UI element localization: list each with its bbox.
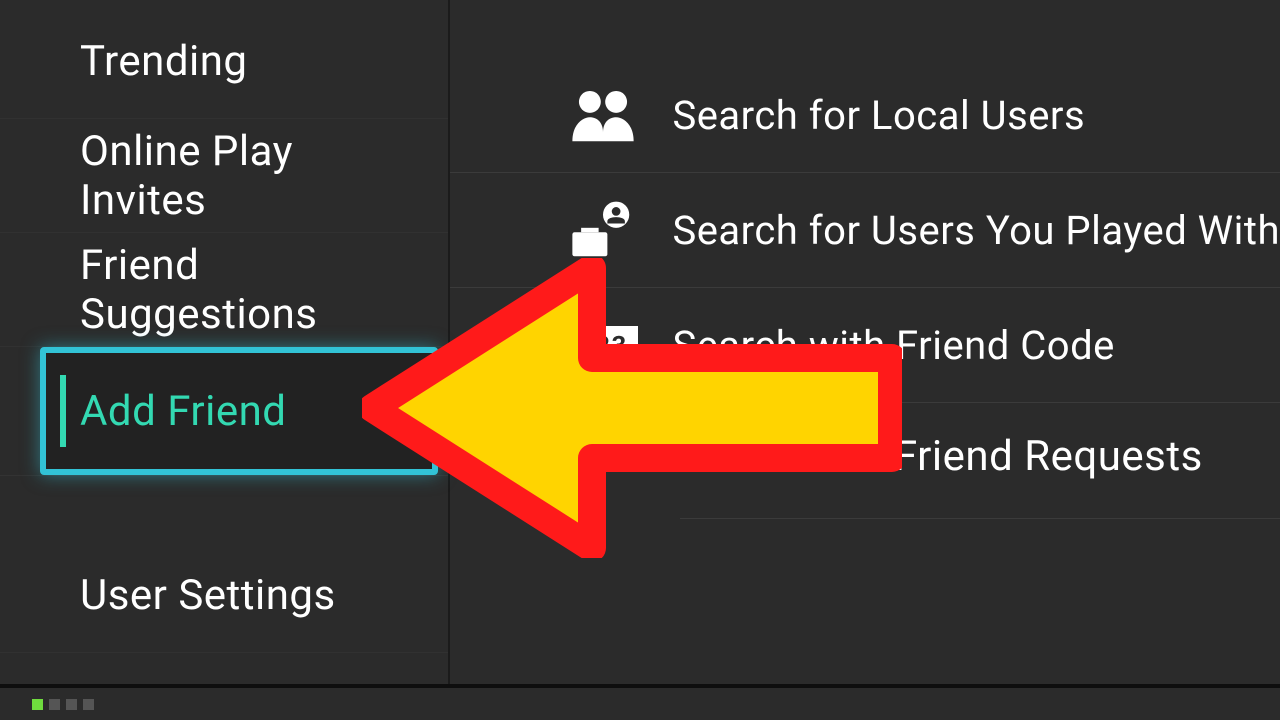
option-search-friend-code[interactable]: 123 Search with Friend Code <box>450 288 1280 403</box>
option-label: Search with Friend Code <box>672 322 1114 369</box>
option-label-friend-requests: Friend Requests <box>894 432 1203 481</box>
content-panel: Search for Local Users Search for Users … <box>450 0 1280 720</box>
sidebar-item-trending[interactable]: Trending <box>0 5 448 119</box>
sidebar-item-label: Online Play Invites <box>80 127 408 225</box>
sidebar-item-user-settings[interactable]: User Settings <box>0 539 448 653</box>
sidebar-item-label: Friend Suggestions <box>80 241 408 339</box>
option-label: Search for Users You Played With <box>672 207 1280 254</box>
sidebar: Trending Online Play Invites Friend Sugg… <box>0 0 450 720</box>
option-search-local-users[interactable]: Search for Local Users <box>450 58 1280 173</box>
users-played-with-icon <box>564 195 642 265</box>
sidebar-item-label: Add Friend <box>80 387 286 436</box>
divider <box>680 518 1280 519</box>
player-dot <box>49 699 60 710</box>
sidebar-item-label: Trending <box>80 37 248 86</box>
option-search-users-played-with[interactable]: Search for Users You Played With <box>450 173 1280 288</box>
friend-code-badge: 123 <box>568 326 638 364</box>
local-users-icon <box>564 80 642 150</box>
player-dot <box>32 699 43 710</box>
sidebar-item-online-play-invites[interactable]: Online Play Invites <box>0 119 448 233</box>
sidebar-item-add-friend[interactable]: Add Friend <box>40 347 438 475</box>
controller-indicator-bar <box>0 684 1280 720</box>
player-dot <box>66 699 77 710</box>
sidebar-item-friend-suggestions[interactable]: Friend Suggestions <box>0 233 448 347</box>
sidebar-item-label: User Settings <box>80 571 336 620</box>
user-page-layout: Trending Online Play Invites Friend Sugg… <box>0 0 1280 720</box>
player-dot <box>83 699 94 710</box>
friend-code-icon: 123 <box>564 326 642 364</box>
option-label: Search for Local Users <box>672 92 1085 139</box>
